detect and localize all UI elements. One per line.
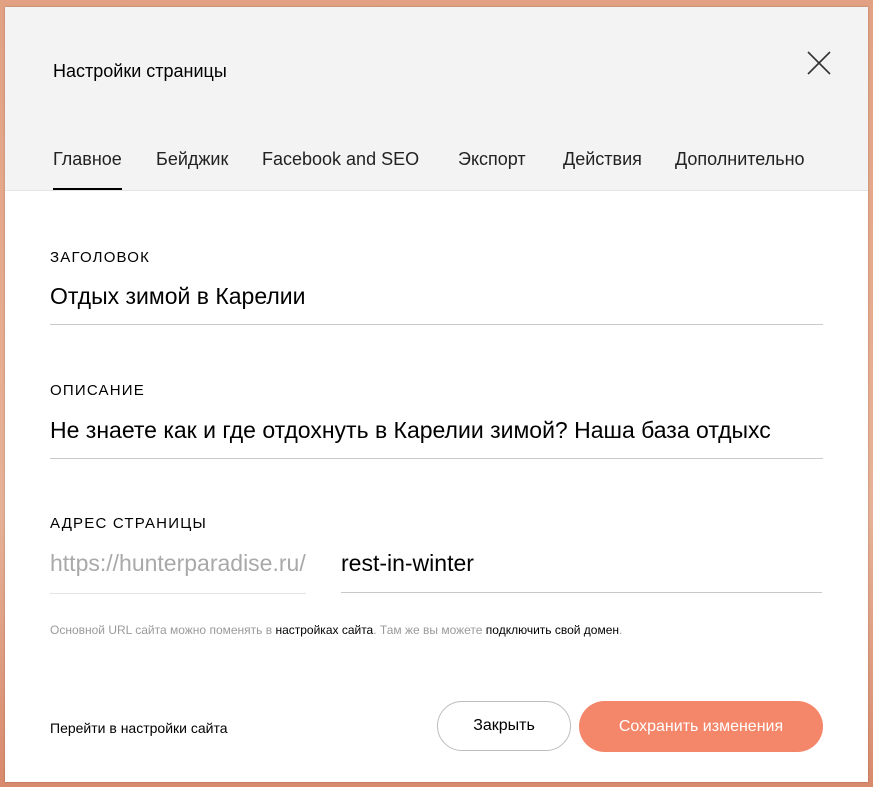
dialog-title: Настройки страницы xyxy=(53,61,227,81)
page-settings-dialog: Настройки страницы Главное Бейджик Faceb… xyxy=(5,7,868,782)
tab-actions[interactable]: Действия xyxy=(563,149,642,190)
dialog-header: Настройки страницы Главное Бейджик Faceb… xyxy=(5,7,868,191)
hint-text-3: . xyxy=(619,623,623,637)
page-address-field: https://hunterparadise.ru/ rest-in-winte… xyxy=(50,550,823,594)
description-input[interactable] xyxy=(50,417,823,459)
site-settings-hint-link[interactable]: настройках сайта xyxy=(275,623,373,637)
hint-text-1: Основной URL сайта можно поменять в xyxy=(50,623,276,637)
tab-export[interactable]: Экспорт xyxy=(458,149,526,190)
url-hint: Основной URL сайта можно поменять в наст… xyxy=(50,623,622,637)
url-slug-input[interactable]: rest-in-winter xyxy=(341,550,822,593)
tab-main[interactable]: Главное xyxy=(53,149,122,190)
hint-text-2: . Там же вы можете xyxy=(373,623,486,637)
close-button[interactable]: Закрыть xyxy=(437,701,571,751)
tab-additional[interactable]: Дополнительно xyxy=(675,149,805,190)
tab-badge[interactable]: Бейджик xyxy=(156,149,228,190)
tab-facebook-seo[interactable]: Facebook and SEO xyxy=(262,149,419,190)
address-field-label: АДРЕС СТРАНИЦЫ xyxy=(50,515,207,532)
close-icon xyxy=(807,51,831,75)
title-input[interactable] xyxy=(50,283,823,325)
title-field-label: ЗАГОЛОВОК xyxy=(50,249,151,266)
connect-domain-link[interactable]: подключить свой домен xyxy=(486,623,619,637)
description-field-label: ОПИСАНИЕ xyxy=(50,382,145,399)
close-dialog-button[interactable] xyxy=(805,49,833,77)
save-changes-button[interactable]: Сохранить изменения xyxy=(579,701,823,752)
go-to-site-settings-link[interactable]: Перейти в настройки сайта xyxy=(50,720,228,736)
url-prefix: https://hunterparadise.ru/ xyxy=(50,550,306,594)
